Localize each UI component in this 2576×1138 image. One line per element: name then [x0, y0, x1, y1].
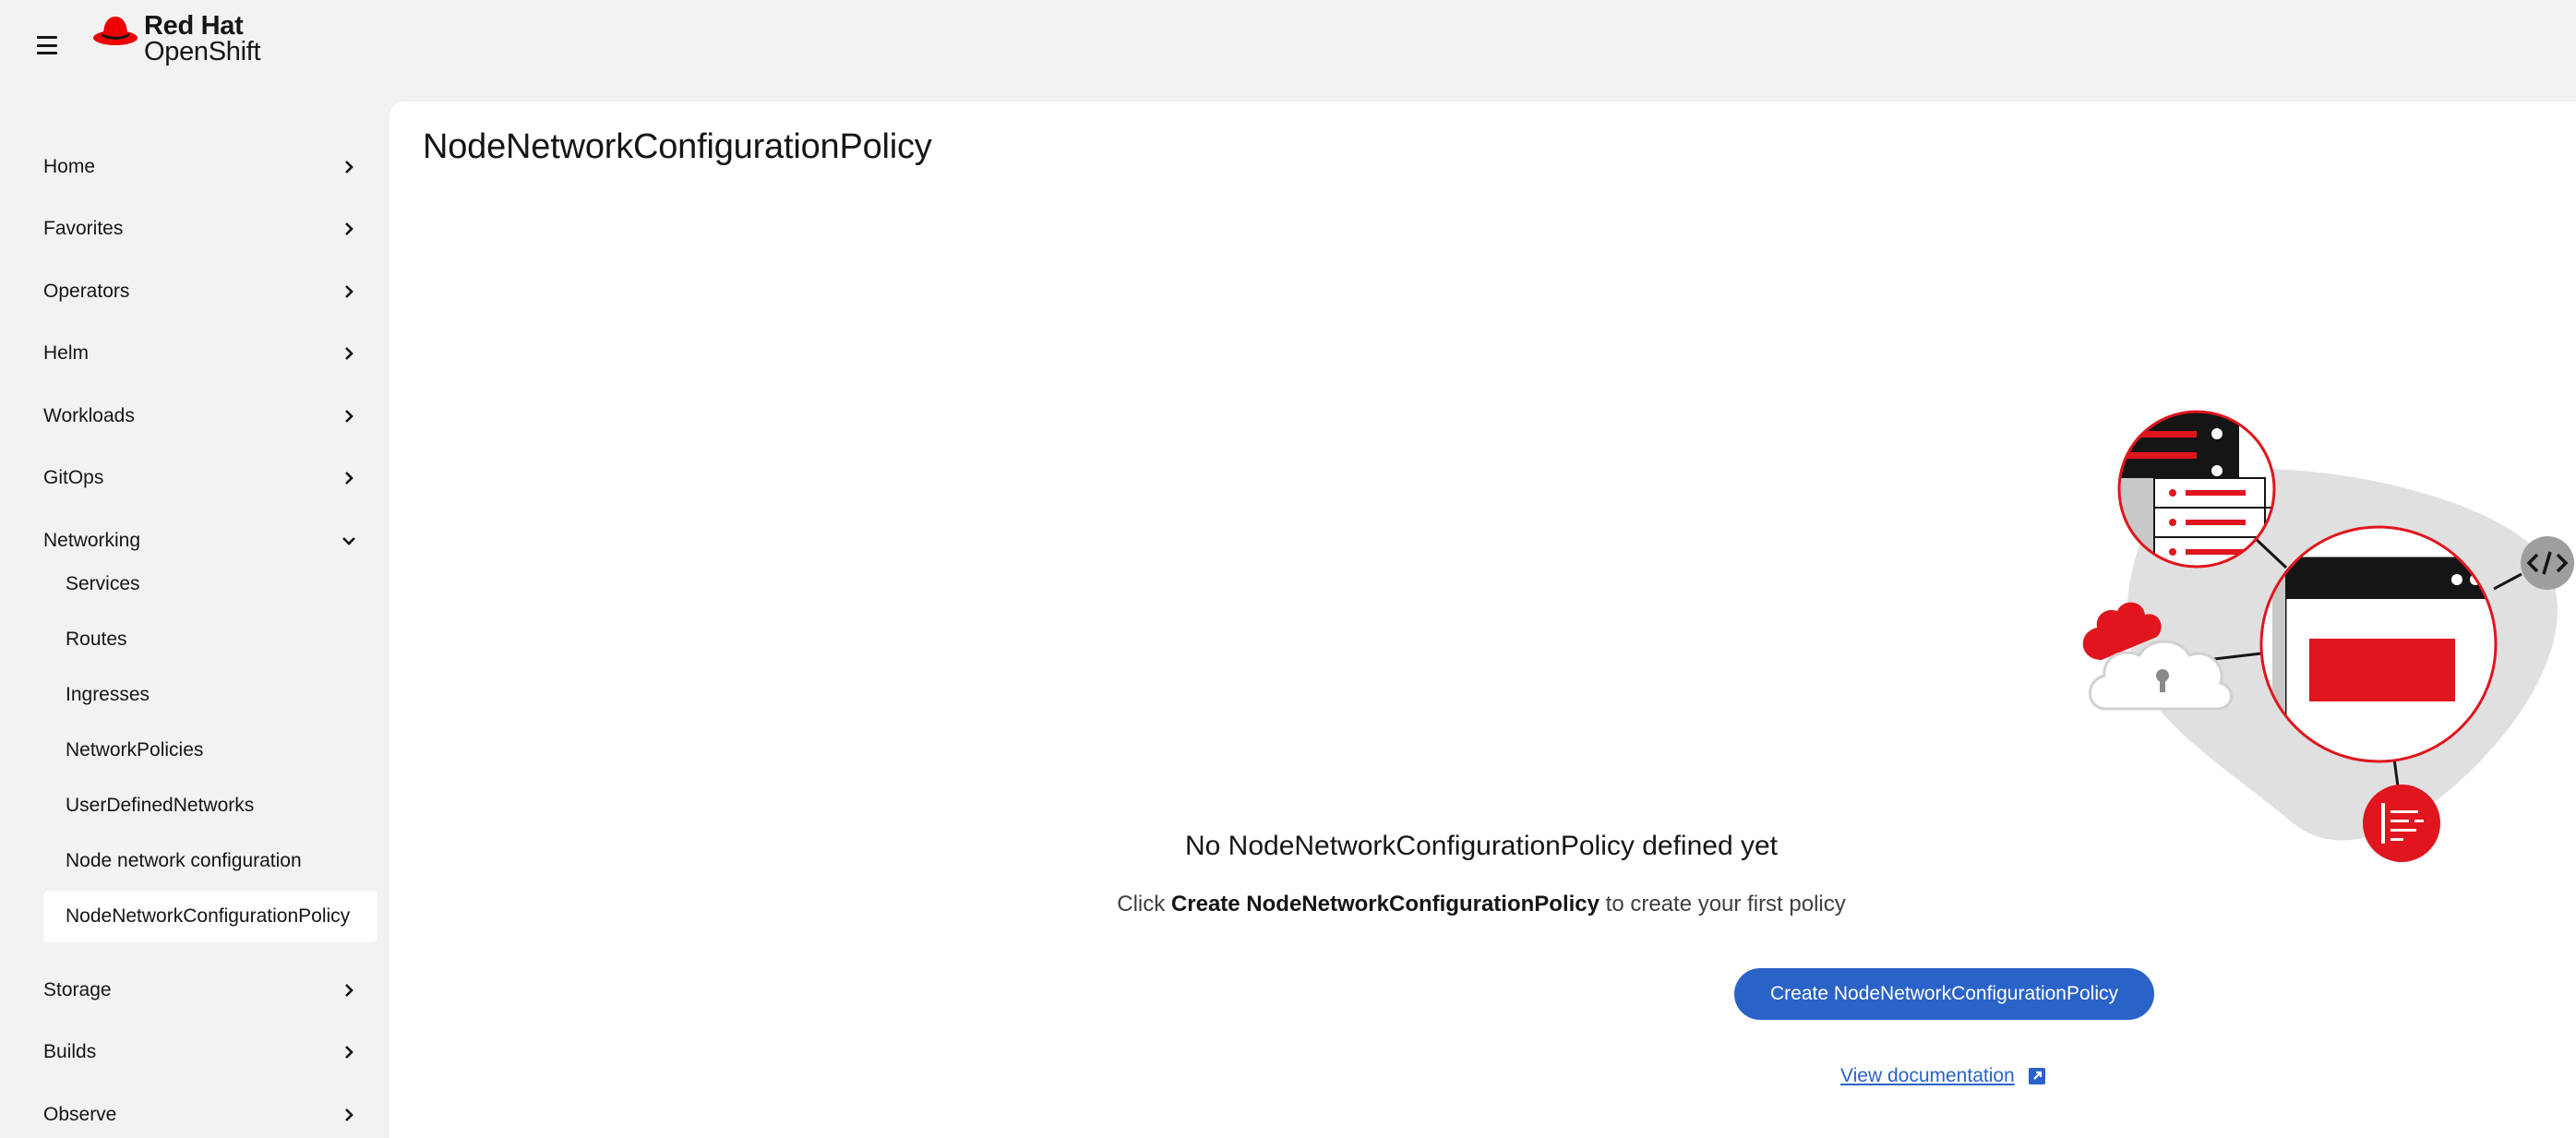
sidebar-item-home[interactable]: Home [43, 149, 355, 186]
sidebar-item-label: Workloads [43, 405, 135, 426]
brand-logo[interactable]: Red Hat OpenShift [92, 11, 261, 66]
chevron-right-icon [342, 222, 355, 235]
empty-state-title: No NodeNetworkConfigurationPolicy define… [1184, 831, 1778, 861]
sidebar-item-label: Operators [43, 281, 130, 302]
create-policy-button[interactable]: Create NodeNetworkConfigurationPolicy [1734, 968, 2154, 1020]
sidebar-item-operators[interactable]: Operators [43, 273, 355, 310]
chevron-right-icon [342, 472, 355, 485]
sidebar-item-label: Home [43, 156, 96, 177]
chevron-right-icon [342, 1108, 355, 1121]
chevron-right-icon [342, 410, 355, 423]
sidebar-nav: Home Favorites Operators Helm Workloads … [0, 92, 389, 1138]
chevron-right-icon [342, 161, 355, 174]
sidebar-item-nodenetworkconfigurationpolicy[interactable]: NodeNetworkConfigurationPolicy [43, 891, 377, 942]
main-content: NodeNetworkConfigurationPolicy No NodeNe… [389, 102, 2576, 1138]
sidebar-item-label: Ingresses [66, 684, 150, 705]
view-documentation-link[interactable]: View documentation [1840, 1065, 2046, 1087]
sidebar-item-observe[interactable]: Observe [43, 1096, 355, 1133]
sidebar-item-builds[interactable]: Builds [43, 1034, 355, 1071]
empty-state-body: Click Create NodeNetworkConfigurationPol… [923, 892, 2040, 917]
view-documentation-label: View documentation [1840, 1065, 2015, 1086]
sidebar-item-label: NetworkPolicies [66, 739, 204, 761]
sidebar-item-label: Routes [66, 629, 127, 650]
sidebar-item-label: Networking [43, 530, 141, 551]
sidebar-item-label: Builds [43, 1041, 97, 1062]
sidebar-item-storage[interactable]: Storage [43, 972, 355, 1009]
sidebar-item-favorites[interactable]: Favorites [43, 210, 355, 247]
sidebar-item-label: GitOps [43, 467, 104, 488]
sidebar-item-label: NodeNetworkConfigurationPolicy [66, 905, 351, 927]
chevron-right-icon [342, 984, 355, 997]
empty-state-body-suffix: to create your first policy [1599, 892, 1846, 916]
empty-state-body-bold: Create NodeNetworkConfigurationPolicy [1170, 892, 1600, 916]
log-list-icon [2363, 785, 2440, 862]
red-hat-fedora-icon [93, 17, 138, 45]
sidebar-item-label: Favorites [43, 218, 124, 239]
brand-line2: OpenShift [144, 37, 261, 66]
brand-line1: Red Hat [144, 11, 244, 41]
chevron-right-icon [342, 1046, 355, 1059]
page-title: NodeNetworkConfigurationPolicy [423, 127, 932, 166]
sidebar-item-label: Storage [43, 979, 112, 1000]
code-icon [2521, 536, 2574, 590]
sidebar-item-helm[interactable]: Helm [43, 335, 355, 372]
sidebar-item-networkpolicies[interactable]: NetworkPolicies [43, 725, 377, 776]
masthead: Red Hat OpenShift [0, 0, 2576, 92]
sidebar-item-label: Node network configuration [66, 850, 302, 871]
chevron-right-icon [342, 285, 355, 298]
empty-state-body-prefix: Click [1117, 892, 1171, 916]
chevron-right-icon [342, 347, 355, 360]
external-link-icon [2028, 1067, 2046, 1085]
sidebar-item-routes[interactable]: Routes [43, 614, 377, 665]
empty-state-illustration [2082, 410, 2574, 862]
sidebar-item-label: UserDefinedNetworks [66, 795, 255, 816]
sidebar-item-label: Helm [43, 342, 90, 364]
sidebar-item-label: Services [66, 573, 140, 594]
sidebar-item-label: Observe [43, 1104, 117, 1125]
sidebar-item-node-network-configuration[interactable]: Node network configuration [43, 835, 377, 887]
sidebar-item-workloads[interactable]: Workloads [43, 398, 355, 435]
sidebar-item-ingresses[interactable]: Ingresses [43, 669, 377, 721]
sidebar-item-networking[interactable]: Networking [43, 522, 355, 559]
sidebar-item-services[interactable]: Services [43, 558, 377, 610]
chevron-down-icon [342, 534, 355, 547]
sidebar-item-gitops[interactable]: GitOps [43, 460, 355, 497]
hamburger-menu-icon[interactable] [37, 35, 57, 55]
sidebar-item-userdefinednetworks[interactable]: UserDefinedNetworks [43, 780, 377, 832]
